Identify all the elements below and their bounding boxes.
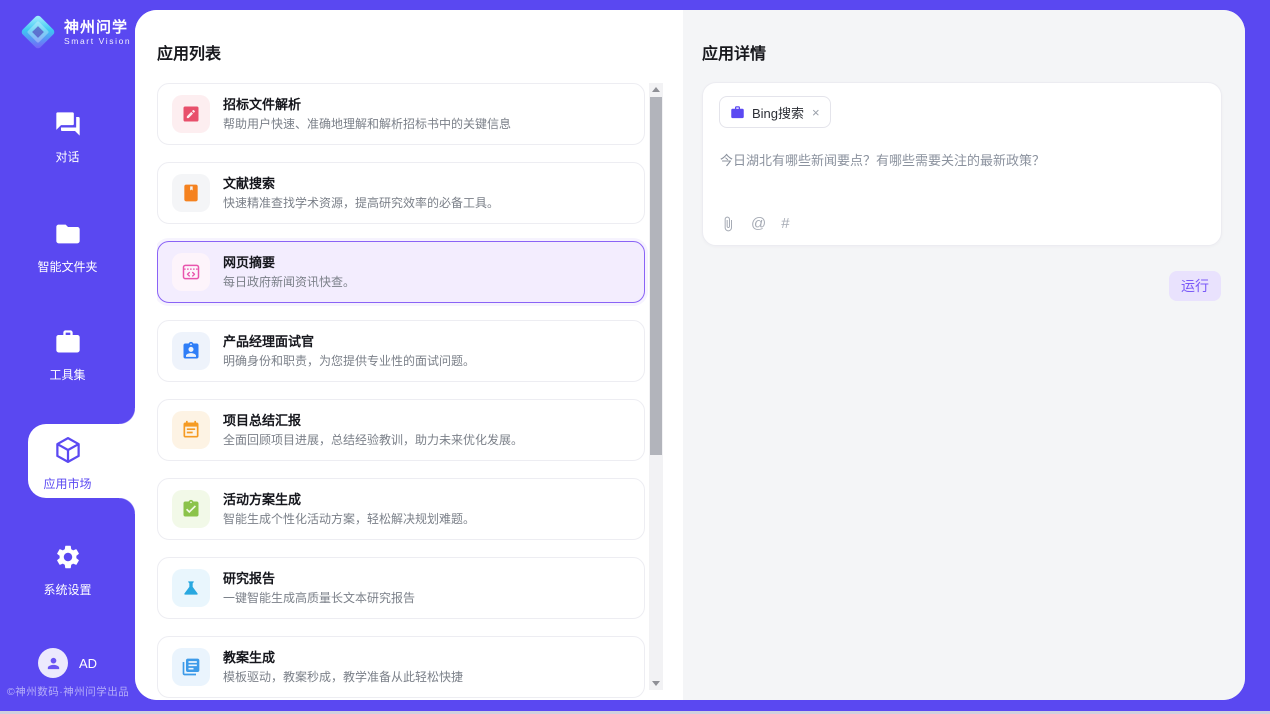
app-card-description: 全面回顾项目进展，总结经验教训，助力未来优化发展。 [223, 433, 523, 448]
app-window: 神州问学 Smart Vision 对话智能文件夹工具集应用市场系统设置 AD … [0, 0, 1270, 714]
app-icon-badge [172, 95, 210, 133]
app-card-description: 明确身份和职责，为您提供专业性的面试问题。 [223, 354, 475, 369]
toolbox-icon [54, 328, 82, 356]
app-card-description: 每日政府新闻资讯快查。 [223, 275, 355, 290]
brand-name: 神州问学 [64, 19, 131, 36]
notch-corner-top [119, 408, 135, 424]
sidebar-item-label: 智能文件夹 [0, 258, 135, 275]
user-name: AD [79, 656, 97, 671]
app-icon-badge [172, 569, 210, 607]
app-icon-badge [172, 490, 210, 528]
app-list-title: 应用列表 [157, 40, 221, 64]
prompt-toolbar: @# [720, 216, 790, 232]
brand-subtitle: Smart Vision [64, 36, 131, 46]
browser-code-icon [181, 262, 201, 282]
app-detail-panel: 应用详情 Bing搜索 × 今日湖北有哪些新闻要点？有哪些需要关注的最新政策？ … [683, 10, 1245, 700]
avatar [38, 648, 68, 678]
topic-icon[interactable]: # [781, 216, 789, 232]
app-icon-badge [172, 174, 210, 212]
sidebar-item-chat[interactable]: 对话 [0, 110, 135, 165]
books-icon [181, 657, 201, 677]
person-icon [45, 655, 62, 672]
sidebar-item-app-market[interactable]: 应用市场 [0, 435, 135, 492]
close-icon[interactable]: × [812, 106, 820, 119]
scrollbar-thumb[interactable] [650, 97, 662, 455]
app-card-description: 帮助用户快速、准确地理解和解析招标书中的关键信息 [223, 117, 511, 132]
app-card-title: 研究报告 [223, 571, 415, 587]
interviewer-icon [181, 341, 201, 361]
briefcase-icon [730, 105, 745, 120]
app-detail-title: 应用详情 [702, 40, 766, 64]
mention-icon[interactable]: @ [751, 216, 766, 232]
app-icon-badge [172, 332, 210, 370]
book-icon [181, 183, 201, 203]
app-icon-badge [172, 648, 210, 686]
prompt-card: Bing搜索 × 今日湖北有哪些新闻要点？有哪些需要关注的最新政策？ @# [702, 82, 1222, 246]
report-note-icon [181, 420, 201, 440]
app-card[interactable]: 项目总结汇报全面回顾项目进展，总结经验教训，助力未来优化发展。 [157, 399, 645, 461]
app-card-title: 文献搜索 [223, 176, 499, 192]
app-card-description: 智能生成个性化活动方案，轻松解决规划难题。 [223, 512, 475, 527]
sidebar-item-smart-folder[interactable]: 智能文件夹 [0, 220, 135, 275]
app-list-panel: 应用列表 招标文件解析帮助用户快速、准确地理解和解析招标书中的关键信息文献搜索快… [135, 10, 683, 700]
document-edit-icon [181, 104, 201, 124]
sidebar-item-label: 系统设置 [0, 581, 135, 598]
app-card[interactable]: 文献搜索快速精准查找学术资源，提高研究效率的必备工具。 [157, 162, 645, 224]
app-card[interactable]: 教案生成模板驱动，教案秒成，教学准备从此轻松快捷 [157, 636, 645, 698]
prompt-input[interactable]: 今日湖北有哪些新闻要点？有哪些需要关注的最新政策？ [720, 151, 1204, 170]
app-card-title: 产品经理面试官 [223, 334, 475, 350]
tool-tag-label: Bing搜索 [752, 103, 804, 122]
attachment-icon[interactable] [720, 216, 736, 232]
sidebar-item-label: 工具集 [0, 366, 135, 383]
app-card-title: 项目总结汇报 [223, 413, 523, 429]
app-card[interactable]: 产品经理面试官明确身份和职责，为您提供专业性的面试问题。 [157, 320, 645, 382]
app-icon-badge [172, 411, 210, 449]
notch-corner-bottom [119, 498, 135, 514]
sidebar: 神州问学 Smart Vision 对话智能文件夹工具集应用市场系统设置 AD … [0, 0, 135, 714]
copyright-text: ©神州数码·神州问学出品 [7, 684, 137, 699]
scroll-down-arrow[interactable] [649, 677, 663, 689]
app-card[interactable]: 网页摘要每日政府新闻资讯快查。 [157, 241, 645, 303]
research-flask-icon [181, 578, 201, 598]
app-card[interactable]: 活动方案生成智能生成个性化活动方案，轻松解决规划难题。 [157, 478, 645, 540]
app-list: 招标文件解析帮助用户快速、准确地理解和解析招标书中的关键信息文献搜索快速精准查找… [157, 83, 649, 700]
app-card[interactable]: 研究报告一键智能生成高质量长文本研究报告 [157, 557, 645, 619]
sidebar-item-toolset[interactable]: 工具集 [0, 328, 135, 383]
user-profile[interactable]: AD [38, 648, 97, 678]
app-card-title: 教案生成 [223, 650, 463, 666]
main-content: 应用列表 招标文件解析帮助用户快速、准确地理解和解析招标书中的关键信息文献搜索快… [135, 10, 1245, 700]
app-icon-badge [172, 253, 210, 291]
app-list-scrollbar[interactable] [649, 83, 663, 690]
sidebar-item-label: 应用市场 [0, 475, 135, 492]
sidebar-item-label: 对话 [0, 148, 135, 165]
gear-icon [54, 543, 82, 571]
cube-icon [53, 435, 83, 465]
scroll-up-arrow[interactable] [649, 84, 663, 96]
app-card-description: 快速精准查找学术资源，提高研究效率的必备工具。 [223, 196, 499, 211]
app-card-description: 一键智能生成高质量长文本研究报告 [223, 591, 415, 606]
brand: 神州问学 Smart Vision [18, 12, 131, 52]
app-card-description: 模板驱动，教案秒成，教学准备从此轻松快捷 [223, 670, 463, 685]
sidebar-item-settings[interactable]: 系统设置 [0, 543, 135, 598]
app-card-title: 招标文件解析 [223, 97, 511, 113]
chat-icon [54, 110, 82, 138]
app-card-title: 网页摘要 [223, 255, 355, 271]
run-button[interactable]: 运行 [1169, 271, 1221, 301]
tool-tag-bing-search[interactable]: Bing搜索 × [719, 96, 831, 128]
app-card-title: 活动方案生成 [223, 492, 475, 508]
clipboard-check-icon [181, 499, 201, 519]
diamond-logo-icon [18, 12, 58, 52]
app-card[interactable]: 招标文件解析帮助用户快速、准确地理解和解析招标书中的关键信息 [157, 83, 645, 145]
folder-icon [54, 220, 82, 248]
